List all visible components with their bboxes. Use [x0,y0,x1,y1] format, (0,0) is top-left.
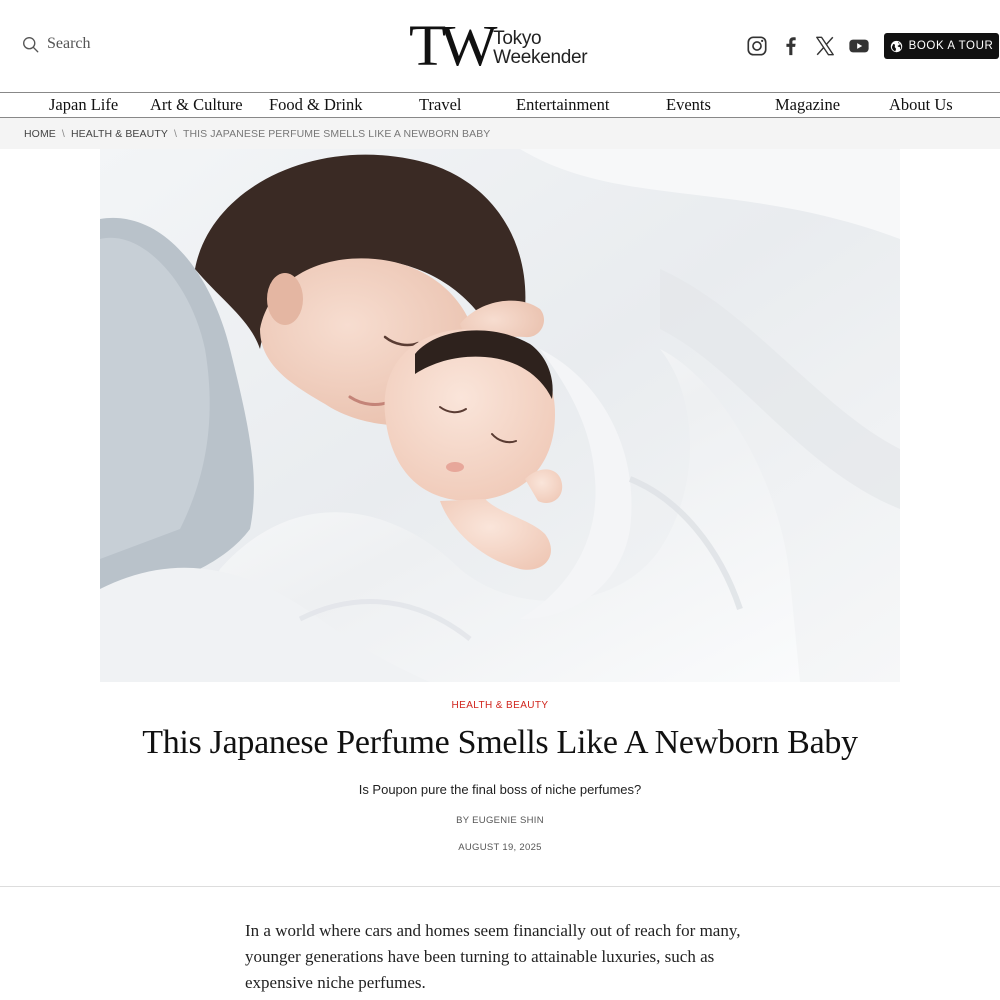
facebook-icon [786,37,796,56]
youtube-link[interactable] [848,35,870,57]
search-button[interactable]: Search [22,35,91,53]
book-a-tour-label: BOOK A TOUR [908,40,994,52]
logo-line-2: Weekender [493,47,588,68]
nav-item-about-us[interactable]: About Us [889,93,953,117]
logo-mark: TW [409,13,497,78]
article-date: AUGUST 19, 2025 [458,842,542,853]
article-subtitle: Is Poupon pure the final boss of niche p… [358,782,642,797]
nav-item-magazine[interactable]: Magazine [775,93,840,117]
logo-line-1: Tokyo [493,28,542,49]
nav-item-events[interactable]: Events [666,93,711,117]
article-byline: BY EUGENIE SHIN [0,815,1000,826]
breadcrumb-section[interactable]: HEALTH & BEAUTY [71,128,168,140]
article-title: This Japanese Perfume Smells Like A Newb… [142,724,858,761]
youtube-icon [849,39,869,53]
nav-item-japan-life[interactable]: Japan Life [49,93,118,117]
nav-item-entertainment[interactable]: Entertainment [516,93,609,117]
hero-image [100,149,900,682]
article-body-paragraph: In a world where cars and homes seem fin… [245,921,741,992]
nav-item-art-culture[interactable]: Art & Culture [150,93,243,117]
social-links [746,35,870,57]
nav-item-travel[interactable]: Travel [419,93,461,117]
breadcrumb-separator: \ [173,127,177,140]
byline-prefix: BY [456,815,473,826]
logo-wordmark: Tokyo Weekender [493,29,587,67]
instagram-icon [747,36,767,56]
main-nav: Japan Life Art & Culture Food & Drink Tr… [0,92,1000,118]
search-icon [23,36,39,52]
breadcrumb-separator: \ [61,127,65,140]
section-divider [0,886,1000,887]
facebook-link[interactable] [780,35,802,57]
search-label: Search [47,35,91,52]
globe-icon [890,40,902,52]
x-link[interactable] [814,35,836,57]
breadcrumb-home[interactable]: HOME [24,128,56,140]
book-a-tour-button[interactable]: BOOK A TOUR [884,33,999,59]
article-category[interactable]: HEALTH & BEAUTY [0,700,1000,711]
breadcrumb-current: THIS JAPANESE PERFUME SMELLS LIKE A NEWB… [182,127,491,140]
breadcrumb: HOME \ HEALTH & BEAUTY \ THIS JAPANESE P… [0,118,1000,149]
site-logo[interactable]: TW Tokyo Weekender [409,13,588,78]
instagram-link[interactable] [746,35,768,57]
x-icon [816,36,834,56]
nav-item-food-drink[interactable]: Food & Drink [269,93,363,117]
article-author[interactable]: EUGENIE SHIN [472,815,544,826]
site-header: Search TW Tokyo Weekender BOOK A TOUR [0,0,1000,92]
